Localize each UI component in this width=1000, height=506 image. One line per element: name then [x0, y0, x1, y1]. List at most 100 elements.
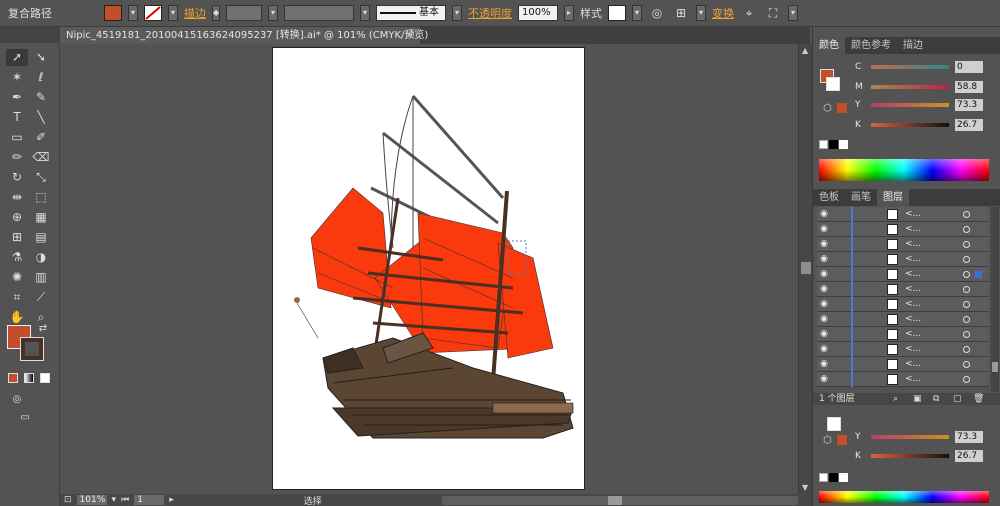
- color-spectrum[interactable]: [819, 159, 989, 181]
- make-clipping-mask-icon[interactable]: ▣: [913, 393, 922, 405]
- target-circle-icon[interactable]: [963, 241, 970, 248]
- layer-row[interactable]: ◉ <...: [817, 357, 989, 372]
- free-transform-tool-icon[interactable]: ⬚: [30, 189, 52, 206]
- slider-k[interactable]: K 26.7: [855, 119, 983, 131]
- type-tool-icon[interactable]: T: [6, 109, 28, 126]
- visibility-eye-icon[interactable]: ◉: [817, 374, 831, 384]
- close-tab-icon[interactable]: ×: [406, 27, 414, 44]
- gamut-swatch[interactable]: [837, 103, 847, 113]
- perspective-grid-tool-icon[interactable]: ▦: [30, 209, 52, 226]
- value-k[interactable]: 26.7: [955, 119, 983, 131]
- layer-row[interactable]: ◉ <...: [817, 282, 989, 297]
- visibility-eye-icon[interactable]: ◉: [817, 314, 831, 324]
- pencil-tool-icon[interactable]: ✏: [6, 149, 28, 166]
- line-tool-icon[interactable]: ╲: [30, 109, 52, 126]
- layer-row[interactable]: ◉ <...: [817, 327, 989, 342]
- next-artboard-icon[interactable]: ▸: [169, 495, 174, 505]
- slider-y[interactable]: Y 73.3: [855, 99, 983, 111]
- scroll-down-icon[interactable]: ▼: [802, 483, 808, 492]
- target-circle-icon[interactable]: [963, 286, 970, 293]
- align-icon[interactable]: ⊞: [672, 4, 690, 22]
- value-m[interactable]: 58.8: [955, 81, 983, 93]
- variable-width-dropdown[interactable]: ▾: [360, 5, 370, 21]
- style-swatch[interactable]: [608, 5, 626, 21]
- visibility-eye-icon[interactable]: ◉: [817, 224, 831, 234]
- align-dropdown[interactable]: ▾: [696, 5, 706, 21]
- selected-art-indicator[interactable]: [975, 271, 982, 278]
- artboard[interactable]: [272, 47, 585, 490]
- mesh-tool-icon[interactable]: ⊞: [6, 229, 28, 246]
- stroke-swatch[interactable]: [144, 5, 162, 21]
- target-circle-icon[interactable]: [963, 226, 970, 233]
- slider-m[interactable]: M 58.8: [855, 81, 983, 93]
- slider-c[interactable]: C 0: [855, 61, 983, 73]
- rectangle-tool-icon[interactable]: ▭: [6, 129, 28, 146]
- menu-dropdown[interactable]: ▾: [788, 5, 798, 21]
- layer-row[interactable]: ◉ <...: [817, 267, 989, 282]
- target-circle-icon[interactable]: [963, 316, 970, 323]
- target-circle-icon[interactable]: [963, 331, 970, 338]
- stroke-color-box[interactable]: [20, 337, 44, 361]
- value-y[interactable]: 73.3: [955, 99, 983, 111]
- layers-scrollbar[interactable]: [991, 207, 999, 392]
- slice-tool-icon[interactable]: ⟋: [30, 289, 52, 306]
- layers-scroll-thumb[interactable]: [992, 362, 998, 372]
- recolor-icon[interactable]: ◎: [648, 4, 666, 22]
- tab-layers[interactable]: 图层: [877, 189, 909, 206]
- visibility-eye-icon[interactable]: ◉: [817, 254, 831, 264]
- gradient-tool-icon[interactable]: ▤: [30, 229, 52, 246]
- eyedropper-tool-icon[interactable]: ⚗: [6, 249, 28, 266]
- second-color-spectrum[interactable]: [819, 491, 989, 503]
- opacity-label[interactable]: 不透明度: [468, 5, 512, 21]
- visibility-eye-icon[interactable]: ◉: [817, 239, 831, 249]
- target-circle-icon[interactable]: [963, 271, 970, 278]
- none-swatch[interactable]: [819, 140, 828, 149]
- tools-grip[interactable]: [0, 27, 59, 43]
- selection-tool-icon[interactable]: ➚: [6, 49, 28, 66]
- locate-object-icon[interactable]: ⌕: [893, 393, 898, 405]
- tab-swatches[interactable]: 色板: [813, 189, 845, 206]
- out-of-gamut-icon[interactable]: ⬡: [823, 103, 832, 114]
- second-value-k[interactable]: 26.7: [955, 450, 983, 462]
- white-swatch[interactable]: [839, 140, 848, 149]
- stroke-weight-dropdown[interactable]: ▾: [268, 5, 278, 21]
- vertical-scrollbar[interactable]: ▲ ▼: [798, 44, 812, 494]
- layer-row[interactable]: ◉ <...: [817, 252, 989, 267]
- variable-width-field[interactable]: [284, 5, 354, 21]
- tab-color[interactable]: 颜色: [813, 37, 845, 54]
- lasso-tool-icon[interactable]: ℓ: [30, 69, 52, 86]
- horizontal-scrollbar[interactable]: [442, 496, 798, 505]
- visibility-eye-icon[interactable]: ◉: [817, 269, 831, 279]
- fill-dropdown[interactable]: ▾: [128, 5, 138, 21]
- shape-builder-tool-icon[interactable]: ⊕: [6, 209, 28, 226]
- eraser-tool-icon[interactable]: ⌫: [30, 149, 52, 166]
- panel-stroke-swatch[interactable]: [826, 77, 840, 91]
- arrange-icon[interactable]: ⛶: [764, 4, 782, 22]
- second-none-swatch[interactable]: [819, 473, 828, 482]
- opacity-field[interactable]: 100%: [518, 5, 558, 21]
- gradient-mode-button[interactable]: [24, 373, 34, 383]
- visibility-eye-icon[interactable]: ◉: [817, 209, 831, 219]
- zoom-dropdown[interactable]: ▾: [112, 495, 117, 505]
- visibility-eye-icon[interactable]: ◉: [817, 344, 831, 354]
- new-sublayer-icon[interactable]: ⧉: [933, 393, 939, 405]
- second-gamut-swatch[interactable]: [837, 435, 847, 445]
- width-tool-icon[interactable]: ⇹: [6, 189, 28, 206]
- fill-swatch[interactable]: [104, 5, 122, 21]
- layer-row[interactable]: ◉ <...: [817, 372, 989, 387]
- layer-row[interactable]: ◉ <...: [817, 207, 989, 222]
- target-circle-icon[interactable]: [963, 211, 970, 218]
- layer-row[interactable]: ◉ <...: [817, 342, 989, 357]
- artboard-number-field[interactable]: 1: [134, 495, 165, 505]
- transform-label[interactable]: 变换: [712, 5, 734, 21]
- visibility-eye-icon[interactable]: ◉: [817, 299, 831, 309]
- target-circle-icon[interactable]: [963, 376, 970, 383]
- second-black-swatch[interactable]: [829, 473, 838, 482]
- artboard-nav-icon[interactable]: ⊡: [64, 495, 72, 505]
- direct-selection-tool-icon[interactable]: ➘: [30, 49, 52, 66]
- blend-tool-icon[interactable]: ◑: [30, 249, 52, 266]
- stroke-dropdown[interactable]: ▾: [168, 5, 178, 21]
- tab-brushes[interactable]: 画笔: [845, 189, 877, 206]
- visibility-eye-icon[interactable]: ◉: [817, 329, 831, 339]
- second-white-swatch[interactable]: [839, 473, 848, 482]
